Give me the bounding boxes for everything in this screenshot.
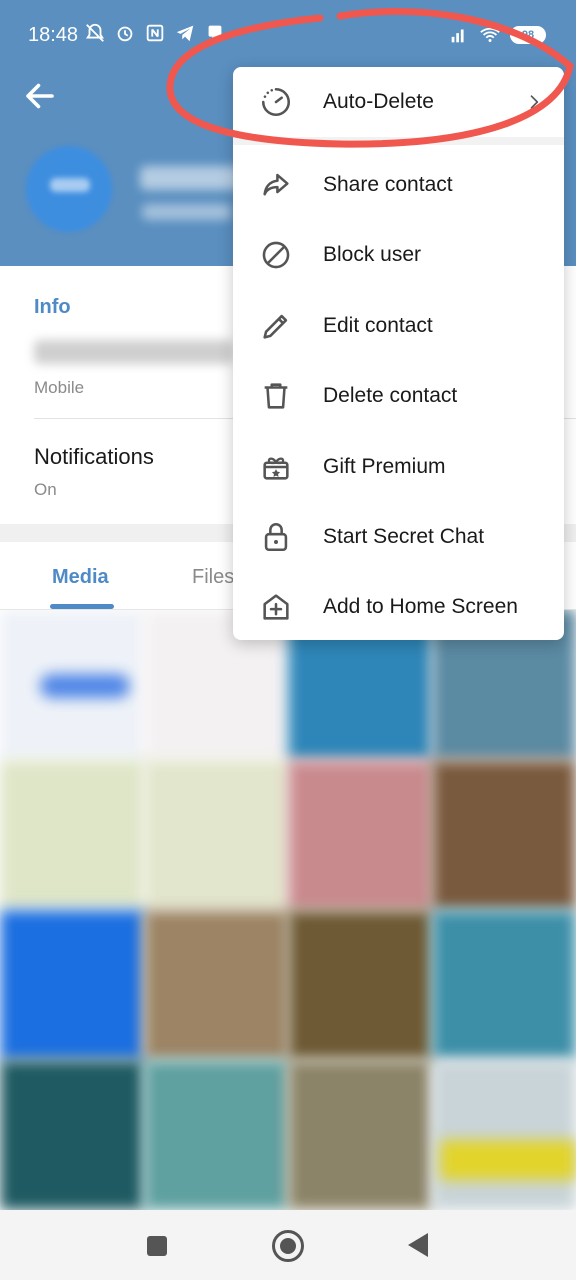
- wifi-icon: [480, 27, 500, 42]
- media-grid: [0, 610, 576, 1210]
- status-time: 18:48: [28, 24, 79, 46]
- media-thumbnail[interactable]: [432, 760, 576, 910]
- block-icon: [259, 238, 293, 272]
- back-button[interactable]: [22, 78, 58, 114]
- menu-item-label: Gift Premium: [323, 455, 446, 478]
- bell-off-icon: [85, 23, 105, 42]
- menu-item-label: Delete contact: [323, 384, 458, 407]
- notifications-label[interactable]: Notifications: [34, 444, 154, 470]
- media-thumbnail[interactable]: [144, 760, 288, 910]
- menu-item-label: Share contact: [323, 173, 453, 196]
- menu-item-edit-contact[interactable]: Edit contact: [233, 291, 564, 361]
- tab-files[interactable]: Files: [192, 566, 234, 589]
- ticket-icon: [208, 25, 222, 41]
- telegram-icon: [176, 25, 194, 42]
- menu-item-delete-contact[interactable]: Delete contact: [233, 361, 564, 431]
- share-icon: [259, 168, 293, 202]
- alarm-icon: [117, 26, 133, 42]
- pencil-icon: [259, 309, 293, 343]
- system-indicators: 98: [448, 24, 546, 46]
- notification-icons: [84, 22, 226, 44]
- arrow-left-icon: [26, 83, 54, 109]
- menu-item-gift-premium[interactable]: Gift Premium: [233, 432, 564, 502]
- home-button-dot: [280, 1238, 296, 1254]
- add-home-icon: [259, 590, 293, 624]
- media-thumbnail[interactable]: [144, 1060, 288, 1210]
- media-thumbnail[interactable]: [288, 910, 432, 1060]
- media-thumbnail[interactable]: [0, 760, 144, 910]
- media-thumbnail[interactable]: [0, 1060, 144, 1210]
- contact-options-menu: Auto-Delete Share contact Block user Edi…: [233, 67, 564, 640]
- phone-number-blurred[interactable]: [34, 340, 234, 364]
- media-thumbnail[interactable]: [288, 760, 432, 910]
- menu-item-label: Block user: [323, 243, 422, 266]
- contact-status-blurred: [142, 204, 232, 220]
- trash-icon: [259, 379, 293, 413]
- timer-icon: [259, 85, 293, 119]
- media-thumbnail[interactable]: [288, 1060, 432, 1210]
- menu-item-label: Add to Home Screen: [323, 595, 518, 618]
- menu-separator: [233, 137, 564, 145]
- media-thumbnail[interactable]: [440, 1140, 576, 1180]
- signal-icon: [451, 29, 464, 43]
- notifications-value: On: [34, 480, 57, 499]
- media-thumbnail[interactable]: [40, 674, 130, 698]
- tab-media[interactable]: Media: [52, 566, 109, 589]
- active-tab-indicator: [50, 604, 114, 609]
- nfc-icon: [146, 24, 164, 42]
- menu-item-label: Start Secret Chat: [323, 525, 485, 548]
- avatar-initials-blurred: [50, 178, 90, 192]
- media-thumbnail[interactable]: [144, 910, 288, 1060]
- media-thumbnail[interactable]: [432, 1060, 576, 1210]
- chevron-right-icon: [524, 92, 544, 112]
- menu-item-block-user[interactable]: Block user: [233, 220, 564, 290]
- menu-item-start-secret-chat[interactable]: Start Secret Chat: [233, 502, 564, 572]
- media-thumbnail[interactable]: [0, 910, 144, 1060]
- info-title: Info: [34, 296, 71, 318]
- menu-item-label: Auto-Delete: [323, 90, 434, 113]
- system-back-button[interactable]: [408, 1233, 428, 1257]
- recents-button[interactable]: [147, 1236, 167, 1256]
- media-thumbnail[interactable]: [432, 910, 576, 1060]
- menu-item-label: Edit contact: [323, 314, 433, 337]
- gift-icon: [259, 450, 293, 484]
- lock-icon: [259, 520, 293, 554]
- menu-item-add-to-home-screen[interactable]: Add to Home Screen: [233, 572, 564, 642]
- phone-type-label: Mobile: [34, 378, 85, 397]
- contact-name-blurred: [140, 166, 240, 190]
- menu-item-auto-delete[interactable]: Auto-Delete: [233, 67, 564, 137]
- menu-item-share-contact[interactable]: Share contact: [233, 150, 564, 220]
- battery-indicator: 98: [510, 26, 546, 44]
- status-bar: 18:48 98: [0, 0, 576, 70]
